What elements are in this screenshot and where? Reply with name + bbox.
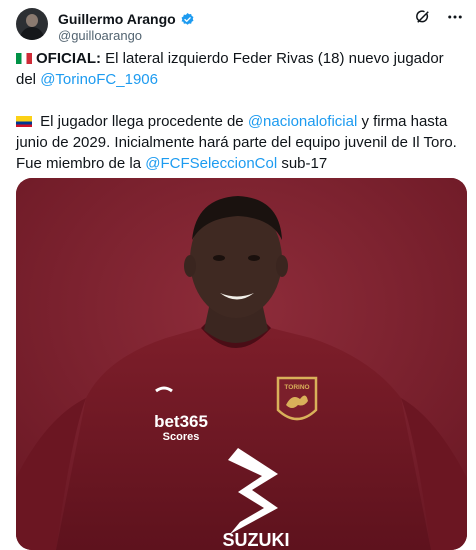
tweet-text: OFICIAL: El lateral izquierdo Feder Riva…: [16, 48, 464, 174]
left-ear: [184, 255, 196, 277]
mention-fcf[interactable]: @FCFSeleccionCol: [145, 155, 277, 172]
torino-crest: TORINO: [276, 376, 318, 421]
paragraph2-text-a: El jugador llega procedente de: [36, 113, 248, 130]
tweet-actions: [414, 8, 464, 26]
player-photo: TORINO bet365 Scores SUZUKI: [16, 178, 467, 550]
grok-icon[interactable]: [414, 8, 432, 26]
crest-text: TORINO: [284, 384, 309, 391]
sponsor-subtext: Scores: [163, 431, 200, 443]
official-label: OFICIAL:: [36, 50, 101, 67]
left-eye: [213, 255, 225, 261]
mention-torino[interactable]: @TorinoFC_1906: [40, 71, 158, 88]
tweet-media-image[interactable]: TORINO bet365 Scores SUZUKI: [16, 178, 467, 550]
author-name[interactable]: Guillermo Arango: [58, 10, 176, 28]
tweet-paragraph-2: El jugador llega procedente de @nacional…: [16, 111, 464, 174]
right-ear: [276, 255, 288, 277]
sponsor-text: bet365: [154, 412, 208, 431]
tweet-paragraph-1: OFICIAL: El lateral izquierdo Feder Riva…: [16, 48, 464, 90]
right-eye: [248, 255, 260, 261]
author-name-line[interactable]: Guillermo Arango: [58, 10, 195, 28]
more-options-icon[interactable]: [446, 8, 464, 26]
tweet-header: Guillermo Arango @guilloarango: [16, 8, 464, 44]
avatar-shoulders: [20, 27, 44, 40]
verified-badge-icon: [181, 12, 194, 25]
suzuki-text: SUZUKI: [223, 530, 290, 550]
avatar[interactable]: [16, 8, 48, 40]
paragraph2-text-c: sub-17: [277, 155, 328, 172]
mention-nacional[interactable]: @nacionaloficial: [248, 113, 357, 130]
italy-flag-icon: [16, 53, 32, 64]
author-handle[interactable]: @guilloarango: [58, 28, 142, 44]
avatar-head: [26, 14, 38, 27]
colombia-flag-icon: [16, 116, 32, 127]
